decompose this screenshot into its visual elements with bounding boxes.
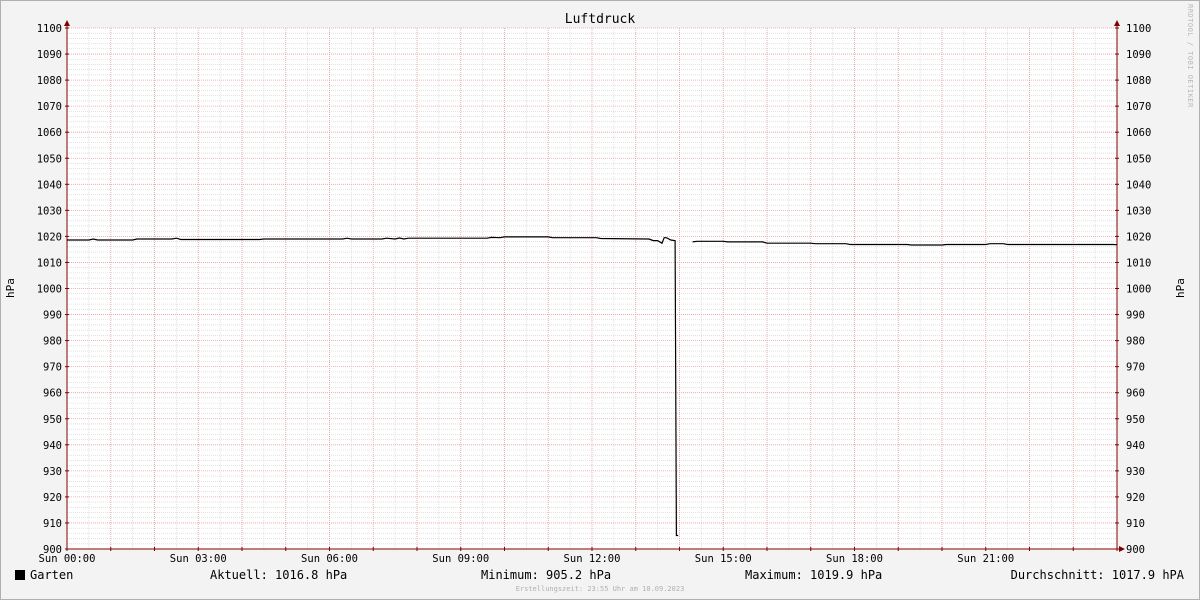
x-tick-label: Sun 00:00 bbox=[39, 553, 96, 565]
y-tick-label-left: 930 bbox=[43, 466, 62, 478]
y-tick-label-right: 1040 bbox=[1126, 179, 1151, 191]
x-tick-label: Sun 06:00 bbox=[301, 553, 358, 565]
y-tick-labels-left: 9009109209309409509609709809901000101010… bbox=[37, 23, 62, 556]
y-tick-label-right: 970 bbox=[1126, 362, 1145, 374]
y-tick-label-left: 1070 bbox=[37, 101, 62, 113]
y-tick-label-left: 990 bbox=[43, 310, 62, 322]
y-tick-label-right: 1020 bbox=[1126, 231, 1151, 243]
y-tick-label-right: 960 bbox=[1126, 388, 1145, 400]
y-axis-arrow-right bbox=[1114, 20, 1120, 26]
y-tick-label-left: 980 bbox=[43, 336, 62, 348]
pressure-chart: 900 910 920 930 940 950 960 970 980 990 1000 1010 10… bbox=[4, 12, 1187, 565]
y-tick-label-left: 950 bbox=[43, 414, 62, 426]
y-tick-label-left: 1100 bbox=[37, 23, 62, 35]
y-tick-label-left: 1040 bbox=[37, 179, 62, 191]
y-tick-label-right: 900 bbox=[1126, 544, 1145, 556]
y-tick-label-right: 1030 bbox=[1126, 205, 1151, 217]
y-tick-label-left: 920 bbox=[43, 492, 62, 504]
y-tick-label-left: 910 bbox=[43, 518, 62, 530]
x-axis-arrow bbox=[1119, 546, 1125, 552]
y-tick-label-right: 1080 bbox=[1126, 75, 1151, 87]
legend-maximum: Maximum: 1019.9 hPa bbox=[745, 568, 883, 582]
y-axis-arrow-left bbox=[64, 20, 70, 26]
y-tick-label-right: 1060 bbox=[1126, 127, 1151, 139]
x-tick-label: Sun 18:00 bbox=[826, 553, 883, 565]
y-tick-label-right: 920 bbox=[1126, 492, 1145, 504]
footer-timestamp: Erstellungszeit: 23:55 Uhr am 10.09.2023 bbox=[515, 585, 685, 593]
y-tick-label-left: 940 bbox=[43, 440, 62, 452]
x-tick-label: Sun 03:00 bbox=[170, 553, 227, 565]
y-tick-label-left: 1080 bbox=[37, 75, 62, 87]
y-tick-label-right: 910 bbox=[1126, 518, 1145, 530]
y-tick-label-right: 940 bbox=[1126, 440, 1145, 452]
y-tick-label-right: 1000 bbox=[1126, 284, 1151, 296]
y-axis-label-left: hPa bbox=[4, 278, 17, 298]
y-tick-label-left: 1010 bbox=[37, 257, 62, 269]
rrdtool-watermark: RRDTOOL / TOBI OETIKER bbox=[1186, 4, 1194, 108]
y-tick-label-right: 930 bbox=[1126, 466, 1145, 478]
y-tick-label-right: 990 bbox=[1126, 310, 1145, 322]
x-tick-label: Sun 12:00 bbox=[564, 553, 621, 565]
y-tick-label-left: 1090 bbox=[37, 49, 62, 61]
y-tick-label-left: 1000 bbox=[37, 284, 62, 296]
y-axis-label-right: hPa bbox=[1174, 278, 1187, 298]
y-tick-label-left: 1050 bbox=[37, 153, 62, 165]
y-tick-label-right: 1070 bbox=[1126, 101, 1151, 113]
y-tick-label-right: 1050 bbox=[1126, 153, 1151, 165]
y-tick-label-left: 1060 bbox=[37, 127, 62, 139]
legend-current: Aktuell: 1016.8 hPa bbox=[210, 568, 348, 582]
y-tick-label-right: 1100 bbox=[1126, 23, 1151, 35]
x-tick-labels: Sun 00:00 Sun 03:00 Sun 06:00 Sun 09:00 Sun … bbox=[39, 553, 1015, 565]
y-tick-label-left: 1020 bbox=[37, 231, 62, 243]
legend-swatch-garten bbox=[15, 570, 25, 580]
legend-minimum: Minimum: 905.2 hPa bbox=[481, 568, 612, 582]
y-tick-label-right: 980 bbox=[1126, 336, 1145, 348]
y-tick-label-right: 1090 bbox=[1126, 49, 1151, 61]
y-tick-labels-right: 900 910 920 930 940 950 960 970 980 990 1000 1010 10… bbox=[1126, 23, 1151, 556]
y-tick-label-left: 970 bbox=[43, 362, 62, 374]
y-tick-label-left: 1030 bbox=[37, 205, 62, 217]
y-tick-label-right: 1010 bbox=[1126, 257, 1151, 269]
x-tick-label: Sun 15:00 bbox=[695, 553, 752, 565]
chart-title: Luftdruck bbox=[565, 12, 636, 27]
y-tick-label-left: 960 bbox=[43, 388, 62, 400]
y-tick-label-right: 950 bbox=[1126, 414, 1145, 426]
x-tick-label: Sun 09:00 bbox=[432, 553, 489, 565]
legend-average: Durchschnitt: 1017.9 hPA bbox=[1010, 568, 1184, 582]
legend-series-name: Garten bbox=[30, 568, 74, 582]
x-tick-label: Sun 21:00 bbox=[957, 553, 1014, 565]
